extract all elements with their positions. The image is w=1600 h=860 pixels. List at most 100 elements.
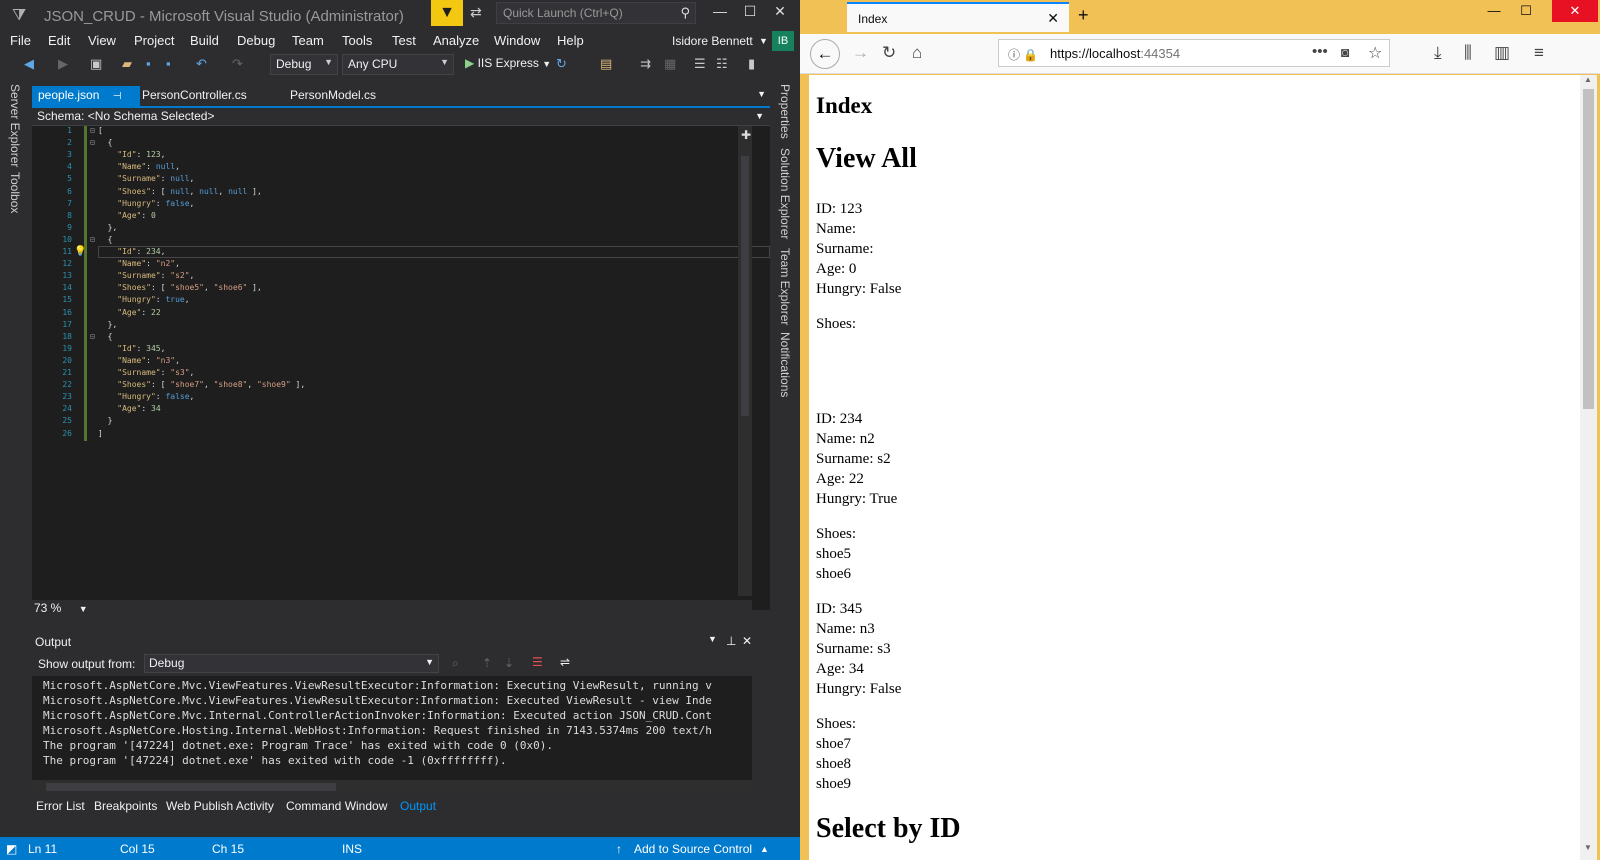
- chevron-down-icon[interactable]: ▼: [757, 89, 766, 99]
- minimize-icon[interactable]: —: [1480, 3, 1508, 18]
- next-message-icon[interactable]: ⇣: [504, 656, 514, 670]
- previous-message-icon[interactable]: ⇡: [482, 656, 492, 670]
- upload-icon[interactable]: ↑: [616, 842, 622, 856]
- tab-output[interactable]: Output: [400, 799, 436, 813]
- minimize-icon[interactable]: —: [706, 3, 734, 19]
- scrollbar-thumb[interactable]: [1583, 89, 1594, 409]
- pin-icon[interactable]: ⊥: [726, 634, 736, 648]
- add-to-source-control-button[interactable]: Add to Source Control: [634, 842, 752, 856]
- bookmark-star-icon[interactable]: ☆: [1368, 43, 1382, 63]
- pin-icon[interactable]: ⊣: [113, 91, 122, 102]
- configuration-select[interactable]: Debug ▼: [270, 54, 338, 75]
- chevron-up-icon[interactable]: ▲: [760, 844, 769, 854]
- undo-icon[interactable]: ↶: [196, 56, 207, 72]
- tab-error-list[interactable]: Error List: [36, 799, 85, 813]
- chevron-down-icon[interactable]: ▼: [759, 36, 768, 46]
- open-folder-icon[interactable]: ▰: [122, 56, 132, 72]
- refresh-icon[interactable]: ↻: [556, 56, 567, 72]
- scrollbar-thumb[interactable]: [46, 783, 336, 791]
- sidebar-icon[interactable]: ▥: [1494, 43, 1510, 63]
- browser-link-icon[interactable]: ▤: [600, 56, 612, 72]
- split-editor-icon[interactable]: ✚: [741, 128, 751, 142]
- downloads-icon[interactable]: ⤓: [1434, 43, 1442, 63]
- output-text[interactable]: Microsoft.AspNetCore.Mvc.ViewFeatures.Vi…: [32, 676, 752, 780]
- library-icon[interactable]: ⫼: [1464, 43, 1472, 63]
- tab-person-controller[interactable]: PersonController.cs: [136, 86, 253, 106]
- save-icon[interactable]: ▪: [146, 56, 151, 71]
- maximize-icon[interactable]: ☐: [1512, 3, 1540, 19]
- close-icon[interactable]: ✕: [1552, 0, 1598, 22]
- menu-test[interactable]: Test: [392, 33, 416, 48]
- fold-toggle-icon[interactable]: ⊟: [90, 126, 95, 135]
- clear-all-icon[interactable]: ☰: [532, 655, 543, 669]
- bookmark-list-icon[interactable]: ▦: [664, 56, 676, 72]
- platform-select[interactable]: Any CPU ▼: [342, 54, 454, 75]
- navigate-forward-icon[interactable]: ▶: [58, 56, 68, 72]
- solution-explorer-tab[interactable]: Solution Explorer: [778, 148, 792, 239]
- schema-bar[interactable]: Schema: <No Schema Selected> ▼: [32, 108, 770, 126]
- close-icon[interactable]: ✕: [1047, 10, 1059, 27]
- maximize-icon[interactable]: ☐: [736, 3, 764, 20]
- menu-file[interactable]: File: [10, 33, 31, 48]
- fold-toggle-icon[interactable]: ⊟: [90, 138, 95, 147]
- browser-tab-index[interactable]: Index ✕: [847, 2, 1069, 32]
- toolbox-tab[interactable]: Toolbox: [8, 172, 22, 213]
- tab-breakpoints[interactable]: Breakpoints: [94, 799, 157, 813]
- tab-command-window[interactable]: Command Window: [286, 799, 387, 813]
- menu-edit[interactable]: Edit: [48, 33, 70, 48]
- back-icon[interactable]: ←: [810, 39, 840, 69]
- navigate-back-icon[interactable]: ◀: [24, 56, 34, 72]
- tab-people-json[interactable]: people.json ⊣ ✕: [32, 86, 140, 116]
- tab-web-publish-activity[interactable]: Web Publish Activity: [166, 799, 274, 813]
- fold-toggle-icon[interactable]: ⊟: [90, 332, 95, 341]
- page-vertical-scrollbar[interactable]: ▲ ▼: [1580, 75, 1597, 860]
- reload-icon[interactable]: ↻: [882, 43, 896, 63]
- scrollbar-thumb[interactable]: [741, 156, 749, 416]
- close-icon[interactable]: ✕: [742, 634, 752, 648]
- find-message-icon[interactable]: ⌕: [452, 656, 459, 671]
- menu-build[interactable]: Build: [190, 33, 219, 48]
- notifications-tab[interactable]: Notifications: [778, 332, 792, 397]
- menu-team[interactable]: Team: [292, 33, 324, 48]
- signed-in-user[interactable]: Isidore Bennett: [672, 34, 753, 48]
- menu-analyze[interactable]: Analyze: [433, 33, 479, 48]
- uncomment-icon[interactable]: ☷: [716, 56, 728, 72]
- new-project-icon[interactable]: ▣: [90, 56, 102, 72]
- menu-view[interactable]: View: [88, 33, 116, 48]
- pocket-icon[interactable]: ◙: [1341, 44, 1349, 60]
- close-icon[interactable]: ✕: [766, 3, 794, 20]
- menu-icon[interactable]: ≡: [1534, 43, 1544, 63]
- menu-help[interactable]: Help: [557, 33, 584, 48]
- feedback-icon[interactable]: ⇄: [470, 4, 482, 21]
- comment-icon[interactable]: ☰: [694, 56, 706, 72]
- properties-tab[interactable]: Properties: [778, 84, 792, 139]
- tab-person-model[interactable]: PersonModel.cs: [284, 86, 382, 106]
- start-debugging-button[interactable]: ▶ IIS Express ▼: [465, 56, 551, 70]
- scroll-down-icon[interactable]: ▼: [1584, 843, 1592, 852]
- code-editor[interactable]: 1 2 3 4 5 6 7 8 9 10 11 12 13 14 15 16 17 18 19 20 21 22 23 24 2…: [32, 126, 770, 610]
- site-info-icon[interactable]: ⓘ 🔒: [1008, 46, 1038, 63]
- new-tab-icon[interactable]: +: [1078, 5, 1089, 26]
- menu-debug[interactable]: Debug: [237, 33, 275, 48]
- bookmark-icon[interactable]: ▮: [748, 56, 755, 72]
- word-wrap-icon[interactable]: ⇌: [560, 655, 570, 669]
- server-explorer-tab[interactable]: Server Explorer: [8, 84, 22, 167]
- team-explorer-tab[interactable]: Team Explorer: [778, 248, 792, 325]
- output-source-select[interactable]: Debug ▼: [144, 654, 439, 673]
- quick-launch-input[interactable]: Quick Launch (Ctrl+Q) ⚲: [496, 2, 696, 24]
- fold-toggle-icon[interactable]: ⊟: [90, 235, 95, 244]
- chevron-down-icon[interactable]: ▼: [708, 634, 717, 644]
- home-icon[interactable]: ⌂: [912, 43, 922, 63]
- save-all-icon[interactable]: ▪: [166, 56, 171, 71]
- redo-icon[interactable]: ↷: [232, 56, 243, 72]
- scroll-up-icon[interactable]: ▲: [1584, 75, 1592, 84]
- editor-vertical-scrollbar[interactable]: [738, 126, 752, 596]
- page-actions-icon[interactable]: •••: [1312, 43, 1328, 60]
- solution-explorer-sync-icon[interactable]: ⇉: [640, 56, 651, 72]
- menu-project[interactable]: Project: [134, 33, 174, 48]
- menu-tools[interactable]: Tools: [342, 33, 372, 48]
- lightbulb-icon[interactable]: 💡: [74, 246, 86, 257]
- user-avatar[interactable]: IB: [772, 31, 794, 51]
- url-bar[interactable]: ⓘ 🔒 https://localhost:44354 ••• ◙ ☆: [998, 39, 1390, 67]
- menu-window[interactable]: Window: [494, 33, 540, 48]
